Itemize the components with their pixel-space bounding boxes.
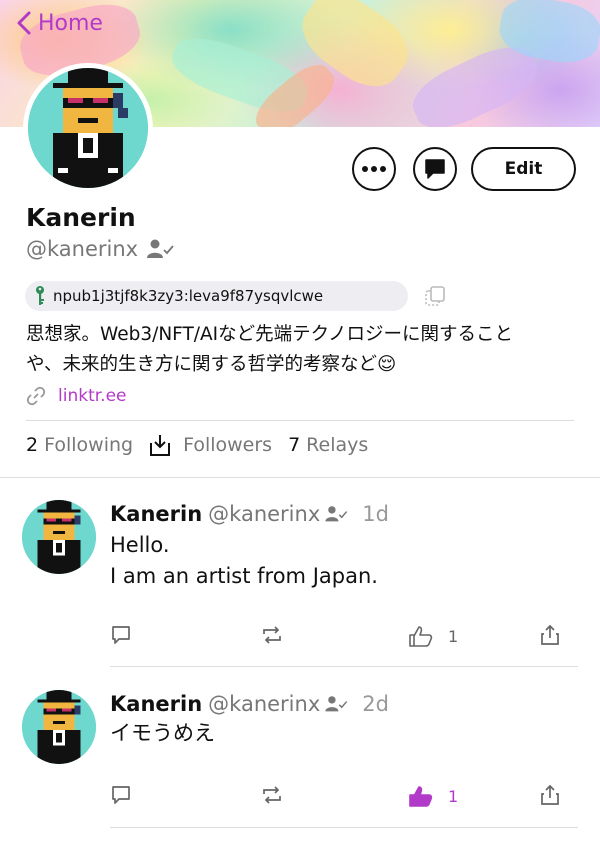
divider: [110, 827, 578, 828]
key-icon: [36, 286, 44, 305]
profile-bio: 思想家。Web3/NFT/AIなど先端テクノロジーに関すること や、未来的生き方…: [26, 320, 586, 380]
share-button[interactable]: [540, 784, 560, 806]
divider: [26, 420, 574, 421]
back-button[interactable]: Home: [14, 10, 103, 36]
bio-line: 思想家。Web3/NFT/AIなど先端テクノロジーに関すること: [26, 324, 514, 345]
post-timestamp: 1d: [362, 502, 389, 526]
profile-name: Kanerin: [26, 203, 136, 232]
post-text-line: I am an artist from Japan.: [110, 564, 378, 588]
reply-icon: [112, 626, 130, 644]
message-icon: [425, 159, 445, 179]
bio-line: や、未来的生き方に関する哲学的考察など😌: [26, 354, 397, 375]
edit-profile-button[interactable]: Edit: [471, 147, 576, 191]
npub-text: npub1j3tjf8k3zy3:leva9f87ysqvlcwe: [53, 287, 324, 305]
divider: [0, 477, 600, 478]
post-avatar[interactable]: [22, 690, 96, 764]
post-timestamp: 2d: [362, 692, 389, 716]
repost-icon: [263, 786, 281, 804]
post-author-name[interactable]: Kanerin: [110, 692, 202, 716]
back-label: Home: [38, 10, 103, 36]
like-count: 1: [448, 626, 459, 646]
message-button[interactable]: [413, 147, 457, 191]
post-author-row: Kanerin @kanerinx 2d: [110, 692, 389, 716]
reply-button[interactable]: [110, 624, 132, 646]
pixel-avatar-icon: [22, 690, 96, 764]
following-count: 2: [26, 434, 39, 456]
share-icon: [541, 624, 559, 645]
more-button[interactable]: [352, 147, 396, 191]
npub-pill[interactable]: npub1j3tjf8k3zy3:leva9f87ysqvlcwe: [25, 281, 408, 311]
post-author-row: Kanerin @kanerinx 1d: [110, 502, 389, 526]
post-actions: 1: [110, 624, 570, 650]
post-author-handle: @kanerinx: [208, 502, 321, 526]
post-text-line: Hello.: [110, 533, 170, 557]
divider: [110, 666, 578, 667]
share-icon: [541, 784, 559, 805]
post-author-handle: @kanerinx: [208, 692, 321, 716]
profile-handle-row: @kanerinx: [26, 237, 174, 261]
post-author-name[interactable]: Kanerin: [110, 502, 202, 526]
repost-button[interactable]: [260, 624, 284, 646]
like-button[interactable]: 1: [408, 624, 458, 648]
repost-icon: [263, 626, 281, 644]
share-button[interactable]: [540, 624, 560, 646]
profile-link-row: linktr.ee: [26, 386, 126, 406]
profile-handle: @kanerinx: [26, 237, 139, 261]
profile-avatar[interactable]: [23, 63, 153, 193]
profile-link[interactable]: linktr.ee: [58, 386, 126, 406]
like-icon: [409, 626, 433, 647]
more-icon: [362, 166, 386, 172]
post-content: Hello. I am an artist from Japan.: [110, 530, 378, 592]
reply-icon: [112, 786, 130, 804]
download-icon: [150, 435, 171, 456]
load-followers-button[interactable]: [149, 433, 171, 457]
verified-user-icon: [325, 696, 348, 712]
relays-count: 7: [288, 434, 301, 456]
pixel-avatar-icon: [28, 68, 148, 188]
relays-label[interactable]: Relays: [306, 434, 368, 456]
verified-user-icon: [147, 239, 174, 258]
chevron-left-icon: [17, 11, 31, 35]
following-label[interactable]: Following: [44, 434, 133, 456]
like-icon: [409, 786, 433, 807]
like-button[interactable]: 1: [408, 784, 458, 808]
reply-button[interactable]: [110, 784, 132, 806]
post-content: イモうめえ: [110, 718, 215, 749]
copy-icon[interactable]: [424, 285, 446, 307]
post-actions: 1: [110, 784, 570, 810]
post-text-line: イモうめえ: [110, 721, 215, 745]
repost-button[interactable]: [260, 784, 284, 806]
followers-label[interactable]: Followers: [183, 434, 272, 456]
post-avatar[interactable]: [22, 500, 96, 574]
profile-stats: 2 Following Followers 7 Relays: [26, 433, 384, 457]
verified-user-icon: [325, 506, 348, 522]
pixel-avatar-icon: [22, 500, 96, 574]
link-icon: [26, 386, 46, 406]
like-count: 1: [448, 786, 459, 806]
